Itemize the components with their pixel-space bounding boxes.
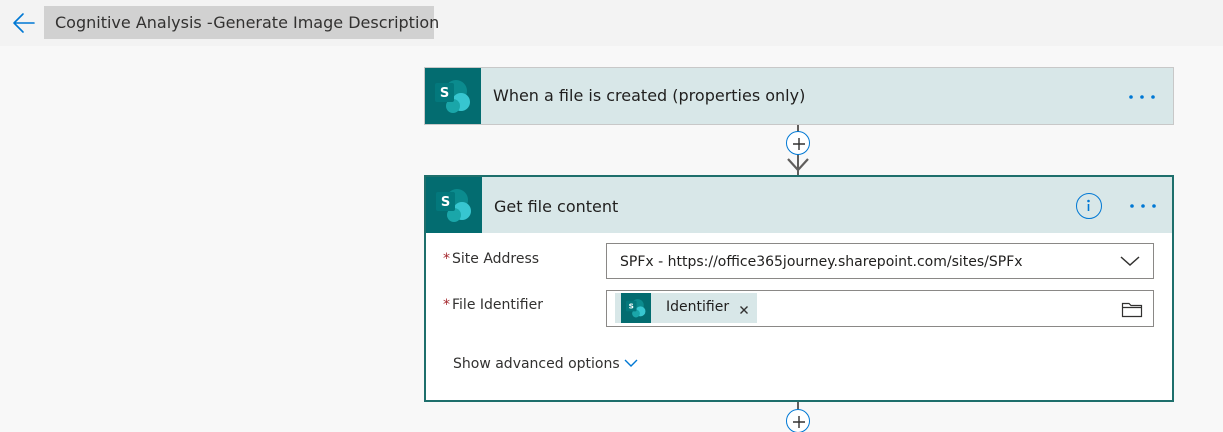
arrow-down-icon <box>787 158 809 172</box>
site-address-label-text: Site Address <box>452 251 540 267</box>
required-marker: * <box>443 297 450 313</box>
file-identifier-input[interactable]: S Identifier <box>606 290 1154 327</box>
chevron-down-icon[interactable] <box>1119 254 1141 268</box>
action-card-header[interactable]: S Get file content <box>426 177 1172 233</box>
dynamic-content-token[interactable]: S Identifier <box>615 293 757 323</box>
plus-icon <box>793 138 805 150</box>
arrow-left-icon <box>13 13 35 33</box>
site-address-dropdown[interactable]: SPFx - https://office365journey.sharepoi… <box>606 243 1154 279</box>
ellipsis-icon <box>1129 95 1155 99</box>
top-bar: Cognitive Analysis -Generate Image Descr… <box>0 0 1223 46</box>
trigger-card-header[interactable]: S When a file is created (properties onl… <box>425 68 1173 124</box>
info-button[interactable] <box>1076 193 1102 219</box>
file-identifier-label: * File Identifier <box>443 297 543 313</box>
svg-text:S: S <box>440 86 449 101</box>
trigger-more-button[interactable] <box>1125 87 1159 107</box>
ellipsis-icon <box>1130 204 1156 208</box>
chevron-down-icon <box>624 359 638 367</box>
file-identifier-label-text: File Identifier <box>452 297 543 313</box>
insert-step-button[interactable] <box>786 409 810 432</box>
sharepoint-icon: S <box>426 177 482 233</box>
required-marker: * <box>443 251 450 267</box>
action-card[interactable]: S Get file content * Site Address SPFx - … <box>424 175 1174 402</box>
token-remove-button[interactable] <box>737 302 751 316</box>
svg-text:S: S <box>441 195 450 210</box>
insert-step-button[interactable] <box>786 131 810 155</box>
action-title: Get file content <box>494 197 619 216</box>
flow-title[interactable]: Cognitive Analysis -Generate Image Descr… <box>44 6 439 39</box>
token-label: Identifier <box>666 299 730 315</box>
advanced-options-label: Show advanced options <box>453 356 620 372</box>
folder-icon[interactable] <box>1121 300 1143 318</box>
trigger-title: When a file is created (properties only) <box>493 86 806 105</box>
info-icon <box>1087 199 1090 211</box>
close-icon <box>740 306 748 314</box>
svg-text:S: S <box>629 302 634 311</box>
action-more-button[interactable] <box>1126 196 1160 216</box>
sharepoint-icon: S <box>425 68 481 124</box>
plus-icon <box>793 416 805 428</box>
site-address-label: * Site Address <box>443 251 539 267</box>
back-button[interactable] <box>10 10 38 36</box>
site-address-value: SPFx - https://office365journey.sharepoi… <box>620 254 1023 270</box>
trigger-card[interactable]: S When a file is created (properties onl… <box>424 67 1174 125</box>
sharepoint-icon: S <box>621 293 651 323</box>
